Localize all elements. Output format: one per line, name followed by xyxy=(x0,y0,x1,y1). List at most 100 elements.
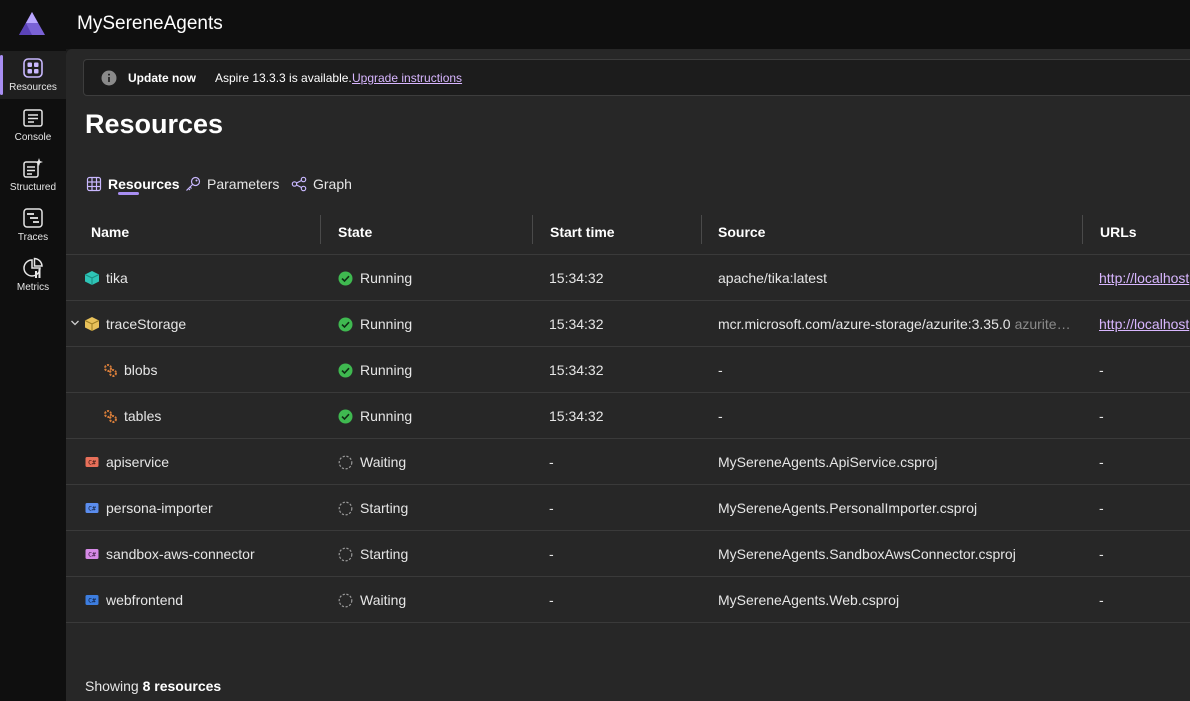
state-cell: Running xyxy=(338,255,412,301)
url-cell: - xyxy=(1099,454,1104,470)
source-cell: MySereneAgents.ApiService.csproj xyxy=(718,454,938,470)
console-icon xyxy=(23,109,43,127)
main-panel: Update now Aspire 13.3.3 is available. U… xyxy=(66,49,1190,701)
column-header-urls[interactable]: URLs xyxy=(1100,209,1137,255)
state-label: Starting xyxy=(360,500,409,516)
tab-label: Resources xyxy=(108,176,180,192)
footer-count: 8 resources xyxy=(142,678,222,694)
sidebar-item-resources[interactable]: Resources xyxy=(0,51,66,99)
source-cell: apache/tika:latest xyxy=(718,270,827,286)
column-resize-handle[interactable] xyxy=(701,215,702,244)
url-cell: - xyxy=(1099,500,1104,516)
column-header-state[interactable]: State xyxy=(338,209,372,255)
state-cell: Waiting xyxy=(338,439,406,485)
resource-name[interactable]: tika xyxy=(106,270,128,286)
traces-icon xyxy=(23,208,43,228)
running-check-icon xyxy=(338,363,353,377)
sidebar-item-label: Structured xyxy=(9,182,57,193)
resource-name-cell: C# apiservice xyxy=(84,439,169,485)
column-resize-handle[interactable] xyxy=(532,215,533,244)
resource-name[interactable]: blobs xyxy=(124,362,157,378)
svg-text:C#: C# xyxy=(88,597,96,605)
sidebar-item-structured[interactable]: Structured xyxy=(0,151,66,199)
tab-graph[interactable]: Graph xyxy=(291,171,352,197)
source-cell: - xyxy=(718,362,723,378)
table-row[interactable]: traceStorage Running 15:34:32 mcr.micros… xyxy=(66,301,1190,347)
start-time-cell: 15:34:32 xyxy=(549,408,604,424)
running-check-icon xyxy=(338,317,353,331)
active-tab-indicator xyxy=(118,192,139,195)
storage-icon xyxy=(84,317,100,331)
page-title: Resources xyxy=(85,109,224,139)
column-header-source[interactable]: Source xyxy=(718,209,765,255)
source-text: mcr.microsoft.com/azure-storage/azurite:… xyxy=(718,316,1011,332)
csharp-project-icon: C# xyxy=(85,549,99,559)
table-row[interactable]: C# sandbox-aws-connector Starting - MySe… xyxy=(66,531,1190,577)
source-cell: MySereneAgents.Web.csproj xyxy=(718,592,900,608)
state-cell: Starting xyxy=(338,485,408,531)
state-label: Waiting xyxy=(360,454,407,470)
starting-spinner-icon xyxy=(338,501,353,515)
resource-name[interactable]: traceStorage xyxy=(106,316,186,332)
state-cell: Waiting xyxy=(338,577,406,623)
endpoint-link[interactable]: http://localhost xyxy=(1099,270,1189,286)
csharp-project-icon: C# xyxy=(85,595,99,605)
csharp-project-icon: C# xyxy=(85,503,99,513)
resource-name-cell: traceStorage xyxy=(84,301,186,347)
column-header-start-time[interactable]: Start time xyxy=(550,209,615,255)
resource-name-cell: tables xyxy=(102,393,161,439)
upgrade-instructions-link[interactable]: Upgrade instructions xyxy=(352,71,462,85)
share-graph-icon xyxy=(291,176,307,192)
source-cell: MySereneAgents.SandboxAwsConnector.cspro… xyxy=(718,546,1016,562)
sidebar-item-console[interactable]: Console xyxy=(0,101,66,149)
table-row[interactable]: C# persona-importer Starting - MySereneA… xyxy=(66,485,1190,531)
info-icon xyxy=(101,70,117,86)
resource-name[interactable]: sandbox-aws-connector xyxy=(106,546,255,562)
column-resize-handle[interactable] xyxy=(320,215,321,244)
start-time-cell: - xyxy=(549,592,554,608)
gear-icon xyxy=(104,364,117,377)
url-cell: http://localhost xyxy=(1099,301,1189,347)
start-time-cell: 15:34:32 xyxy=(549,270,604,286)
table-row[interactable]: C# apiservice Waiting - MySereneAgents.A… xyxy=(66,439,1190,485)
banner-title: Update now xyxy=(128,71,196,85)
resource-name[interactable]: webfrontend xyxy=(106,592,183,608)
csharp-project-icon: C# xyxy=(85,457,99,467)
state-label: Running xyxy=(360,270,413,286)
column-resize-handle[interactable] xyxy=(1082,215,1083,244)
table-row[interactable]: tables Running 15:34:32 - - xyxy=(66,393,1190,439)
sidebar-item-traces[interactable]: Traces xyxy=(0,201,66,249)
chevron-down-icon[interactable] xyxy=(70,318,80,328)
start-time-cell: 15:34:32 xyxy=(549,362,604,378)
table-row[interactable]: tika Running 15:34:32 apache/tika:latest… xyxy=(66,255,1190,301)
app-title[interactable]: MySereneAgents xyxy=(77,13,223,35)
state-cell: Running xyxy=(338,347,412,393)
column-header-name[interactable]: Name xyxy=(91,209,129,255)
tab-parameters[interactable]: Parameters xyxy=(185,171,279,197)
sidebar-item-label: Traces xyxy=(17,232,49,243)
table-row[interactable]: blobs Running 15:34:32 - - xyxy=(66,347,1190,393)
resource-name-cell: tika xyxy=(84,255,128,301)
footer-prefix: Showing xyxy=(85,678,139,694)
aspire-logo-icon[interactable] xyxy=(18,11,46,37)
resource-name[interactable]: persona-importer xyxy=(106,500,213,516)
resource-name-cell: C# sandbox-aws-connector xyxy=(84,531,255,577)
start-time-cell: - xyxy=(549,500,554,516)
resources-icon xyxy=(23,58,43,78)
state-label: Waiting xyxy=(360,592,407,608)
endpoint-link[interactable]: http://localhost xyxy=(1099,316,1189,332)
svg-text:C#: C# xyxy=(88,459,96,467)
tab-resources[interactable]: Resources xyxy=(86,171,180,197)
svg-text:C#: C# xyxy=(88,505,96,513)
waiting-spinner-icon xyxy=(338,593,353,607)
url-cell: - xyxy=(1099,362,1104,378)
state-cell: Running xyxy=(338,301,412,347)
sidebar-item-metrics[interactable]: Metrics xyxy=(0,251,66,299)
resource-name[interactable]: tables xyxy=(124,408,161,424)
structured-icon xyxy=(23,158,43,178)
resource-name-cell: C# webfrontend xyxy=(84,577,183,623)
resource-name-cell: C# persona-importer xyxy=(84,485,213,531)
url-cell: http://localhost xyxy=(1099,255,1189,301)
table-row[interactable]: C# webfrontend Waiting - MySereneAgents.… xyxy=(66,577,1190,623)
resource-name[interactable]: apiservice xyxy=(106,454,169,470)
